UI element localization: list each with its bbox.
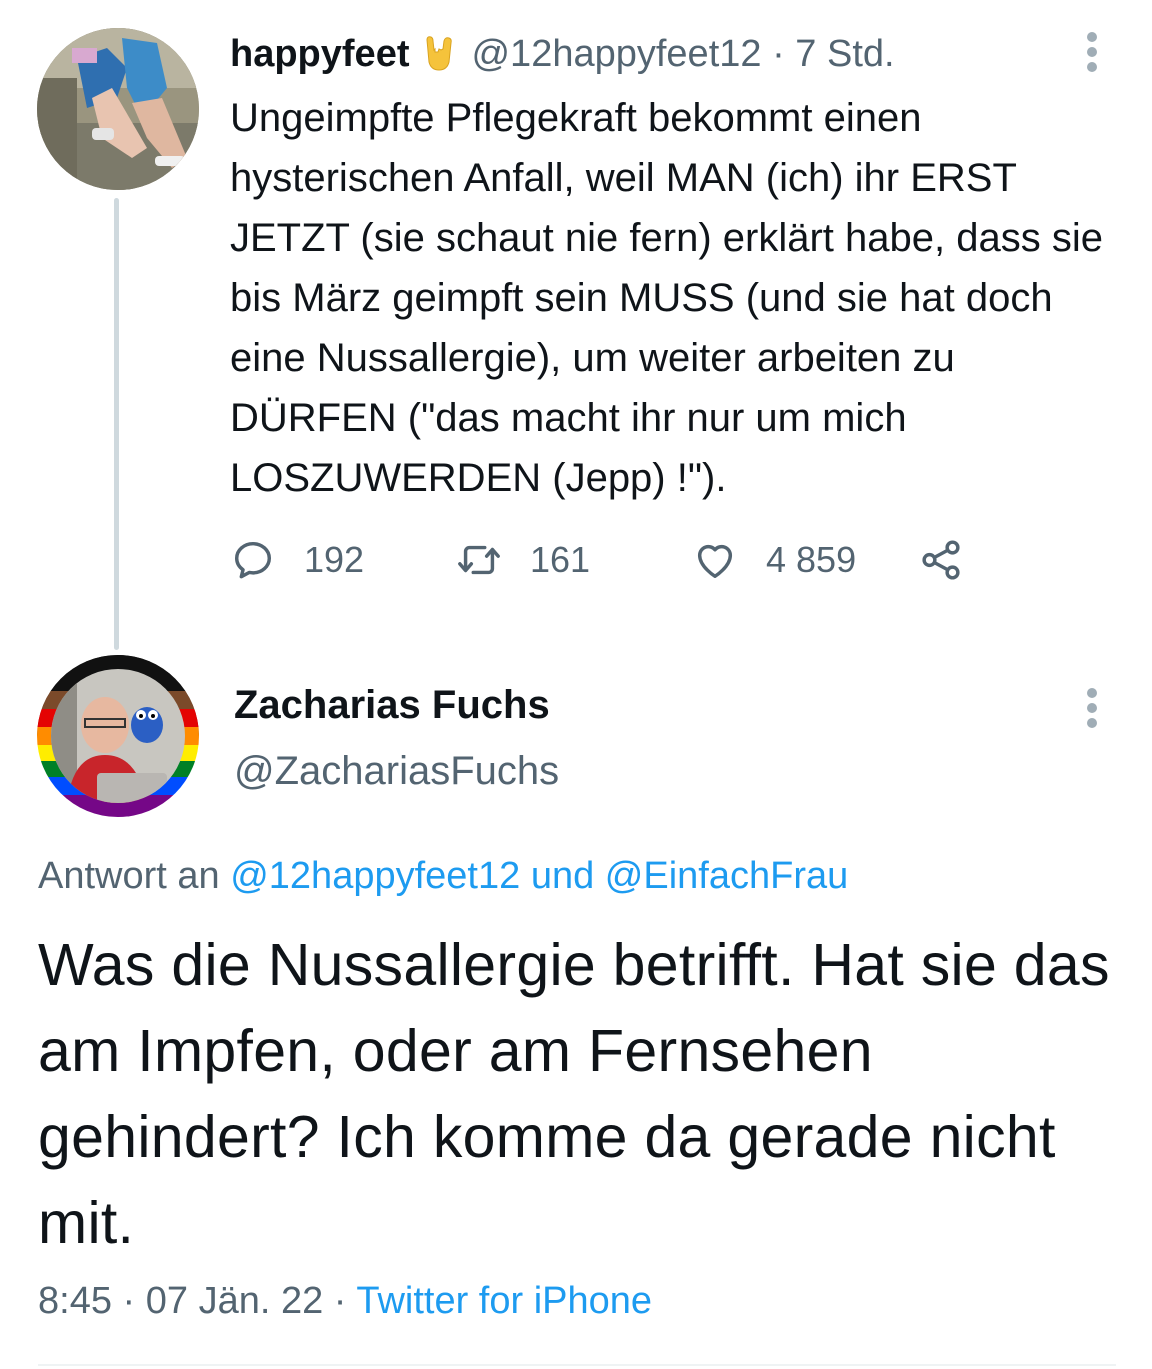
avatar-photo-pride-frame-icon: [37, 655, 199, 817]
tweet-source-link[interactable]: Twitter for iPhone: [356, 1280, 652, 1322]
author-handle[interactable]: @12happyfeet12: [471, 33, 761, 75]
tweet-actions-bar: 192 161 4 859: [230, 533, 990, 587]
parent-tweet-text: Ungeimpfte Pflegekraft bekommt einen hys…: [230, 96, 1103, 500]
reply-author-display-name[interactable]: Zacharias Fuchs: [234, 680, 550, 730]
reply-and[interactable]: und: [531, 855, 594, 897]
more-options-icon[interactable]: [1082, 28, 1102, 72]
retweet-button[interactable]: 161: [456, 533, 590, 587]
like-icon: [697, 544, 733, 579]
author-display-name[interactable]: happyfeet: [230, 33, 409, 75]
share-icon: [922, 540, 960, 580]
reply-mention-1[interactable]: @12happyfeet12: [230, 855, 520, 897]
meta-separator-2: ·: [333, 1280, 347, 1322]
like-count: 4 859: [766, 539, 857, 580]
reply-prefix: Antwort an: [38, 855, 220, 897]
meta-separator-1: ·: [122, 1280, 136, 1322]
like-button[interactable]: 4 859: [692, 533, 856, 587]
tweet-timestamp[interactable]: 7 Std.: [795, 33, 894, 75]
avatar-happyfeet[interactable]: [37, 28, 199, 190]
reply-mention-2[interactable]: @EinfachFrau: [605, 855, 848, 897]
reply-count: 192: [304, 539, 365, 580]
avatar-zacharias-fuchs[interactable]: [37, 655, 199, 817]
rock-on-hand-emoji-icon: [426, 36, 453, 71]
reply-button[interactable]: 192: [230, 533, 364, 587]
parent-tweet[interactable]: happyfeet @12happyfeet12 · 7 Std. Ungeim…: [0, 0, 1152, 650]
header-separator: ·: [772, 33, 785, 75]
tweet-metadata: 8:45 · 07 Jän. 22 · Twitter for iPhone: [38, 1276, 652, 1326]
parent-tweet-header: happyfeet @12happyfeet12 · 7 Std.: [230, 30, 895, 78]
retweet-count: 161: [530, 539, 591, 580]
tweet-date[interactable]: 07 Jän. 22: [146, 1280, 323, 1322]
reply-tweet-text: Was die Nussallergie betrifft. Hat sie d…: [38, 932, 1110, 1256]
replying-to-line: Antwort an @12happyfeet12 und @EinfachFr…: [38, 852, 848, 900]
reply-author-handle[interactable]: @ZachariasFuchs: [234, 746, 559, 796]
avatar-photo-beach-icon: [37, 28, 199, 190]
thread-connector-line: [114, 198, 119, 650]
retweet-icon: [458, 545, 500, 575]
divider: [38, 1364, 1116, 1366]
tweet-time[interactable]: 8:45: [38, 1280, 112, 1322]
share-button[interactable]: [918, 533, 964, 587]
reply-icon: [234, 541, 272, 579]
more-options-icon[interactable]: [1082, 684, 1102, 728]
